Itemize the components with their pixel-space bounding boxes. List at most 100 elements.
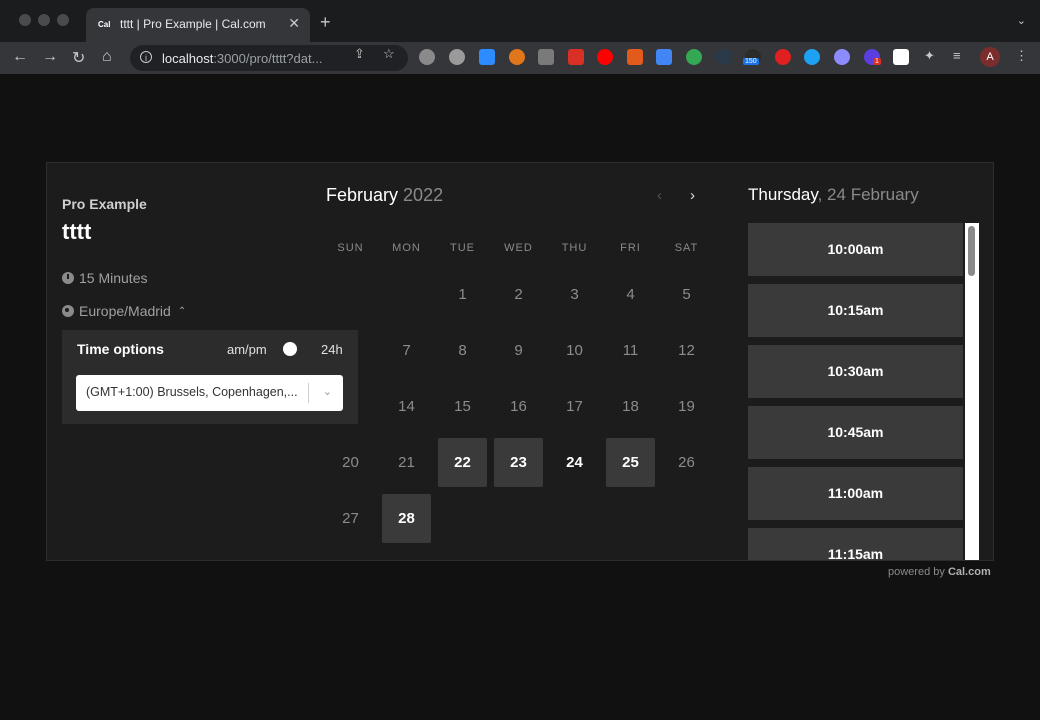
globe-icon — [62, 305, 74, 317]
calendar-day-16: 16 — [510, 398, 527, 415]
reading-list-icon[interactable]: ≡ — [953, 48, 961, 63]
powered-by[interactable]: powered by Cal.com — [888, 566, 991, 578]
prev-month-chevron-icon[interactable]: ‹ — [657, 187, 662, 204]
calendar-day-10: 10 — [566, 342, 583, 359]
reload-icon[interactable]: ↻ — [72, 48, 85, 68]
select-separator — [308, 383, 309, 403]
lighthouse-extension-icon[interactable] — [627, 49, 643, 65]
diamond-extension-icon[interactable] — [804, 49, 820, 65]
calendar-day-15: 15 — [454, 398, 471, 415]
time-options-panel: Time options am/pm 24h (GMT+1:00) Brusse… — [62, 330, 358, 424]
calendar-day-12: 12 — [678, 342, 695, 359]
weekday-label: MON — [392, 242, 421, 254]
calendar-day-9: 9 — [514, 342, 523, 359]
slots-scrollbar[interactable] — [965, 223, 979, 560]
timezone-select[interactable]: (GMT+1:00) Brussels, Copenhagen,... ⌄ — [76, 375, 343, 411]
chevron-down-icon[interactable]: ⌄ — [323, 385, 332, 398]
calendar-day-19: 19 — [678, 398, 695, 415]
event-title: tttt — [62, 219, 92, 244]
bookmark-star-icon[interactable]: ☆ — [383, 46, 395, 62]
calendar-day-14: 14 — [398, 398, 415, 415]
camera-extension-icon[interactable] — [449, 49, 465, 65]
calendar-day-1: 1 — [458, 286, 467, 303]
time-slot-button[interactable]: 10:00am — [748, 223, 963, 276]
camera-record-extension-icon[interactable] — [893, 49, 909, 65]
maximize-window-button[interactable] — [57, 14, 69, 26]
24h-label: 24h — [321, 342, 343, 357]
calendar-day-28[interactable]: 28 — [382, 494, 431, 543]
minimize-window-button[interactable] — [38, 14, 50, 26]
calendar-day-18: 18 — [622, 398, 639, 415]
time-format-toggle[interactable] — [280, 340, 302, 358]
calendar-day-23[interactable]: 23 — [494, 438, 543, 487]
month-title: February 2022 — [326, 185, 443, 206]
site-info-icon[interactable]: i — [140, 51, 152, 63]
time-slot-button[interactable]: 10:30am — [748, 345, 963, 398]
calendar-day-24[interactable]: 24 — [550, 438, 599, 487]
calendar-day-27: 27 — [342, 510, 359, 527]
calendar-day-17: 17 — [566, 398, 583, 415]
timezone-text: Europe/Madrid — [79, 303, 171, 319]
slots-day-name: Thursday — [748, 185, 818, 204]
new-tab-button[interactable]: + — [320, 12, 331, 33]
share-icon[interactable]: ⇪ — [354, 46, 365, 62]
powered-brand: Cal.com — [947, 566, 991, 578]
timezone-toggle[interactable]: Europe/Madrid ⌃ — [62, 303, 186, 319]
gear-extension-icon[interactable]: 1 — [864, 49, 881, 65]
owner-name: Pro Example — [62, 196, 147, 212]
tab-title: tttt | Pro Example | Cal.com — [120, 17, 266, 31]
weekday-label: FRI — [620, 242, 641, 254]
tab-close-icon[interactable]: ✕ — [288, 15, 300, 32]
translate-extension-icon[interactable] — [656, 49, 672, 65]
tab-search-chevron-icon[interactable]: ⌄ — [1017, 14, 1026, 27]
browser-menu-icon[interactable]: ⋮ — [1015, 48, 1028, 64]
weekday-label: TUE — [450, 242, 475, 254]
chrome-extension-icon[interactable] — [686, 49, 702, 65]
calendar-day-25[interactable]: 25 — [606, 438, 655, 487]
weekday-label: WED — [504, 242, 533, 254]
chevron-up-icon: ⌃ — [177, 305, 187, 317]
close-window-button[interactable] — [19, 14, 31, 26]
calendar-day-22[interactable]: 22 — [438, 438, 487, 487]
home-icon[interactable]: ⌂ — [102, 48, 112, 66]
shield-extension-icon[interactable] — [775, 49, 791, 65]
month-year: 2022 — [403, 185, 444, 205]
weekday-label: SAT — [674, 242, 699, 254]
metamask-extension-icon[interactable] — [509, 49, 525, 65]
adblock-extension-icon[interactable] — [419, 49, 435, 65]
browser-chrome: Cal tttt | Pro Example | Cal.com ✕ + ⌄ ←… — [0, 0, 1040, 74]
ublock-extension-icon[interactable] — [538, 49, 554, 65]
weekday-label: SUN — [337, 242, 364, 254]
scrollbar-thumb[interactable] — [968, 226, 975, 276]
youtube-extension-icon[interactable] — [597, 49, 613, 65]
time-options-title: Time options — [77, 341, 164, 357]
time-slot-button[interactable]: 11:15am — [748, 528, 963, 560]
browser-tab-active[interactable]: Cal tttt | Pro Example | Cal.com ✕ — [86, 8, 310, 42]
calendar-day-2: 2 — [514, 286, 523, 303]
back-arrow-icon[interactable]: ← — [12, 48, 28, 66]
next-month-chevron-icon[interactable]: › — [690, 187, 695, 204]
profile-avatar[interactable]: A — [980, 47, 1000, 67]
dark-extension-icon[interactable] — [716, 49, 732, 65]
powered-prefix: powered by — [888, 566, 945, 578]
timezone-select-value: (GMT+1:00) Brussels, Copenhagen,... — [86, 385, 298, 399]
toggle-knob — [283, 342, 297, 356]
extensions-puzzle-icon[interactable]: ✦ — [924, 48, 935, 64]
zoom-extension-icon[interactable] — [479, 49, 495, 65]
calendar-day-20: 20 — [342, 454, 359, 471]
clock-icon — [62, 272, 74, 284]
extension-badge-150: 150 — [743, 58, 759, 65]
time-slot-button[interactable]: 10:45am — [748, 406, 963, 459]
slots-date: , 24 February — [817, 185, 919, 204]
month-name: February — [326, 185, 399, 205]
duration-row: 15 Minutes — [62, 270, 147, 286]
flask-extension-icon[interactable] — [834, 49, 850, 65]
bag-extension-icon[interactable]: 150 — [743, 49, 761, 65]
address-bar[interactable]: i localhost:3000/pro/tttt?dat... — [130, 45, 408, 71]
time-slot-button[interactable]: 10:15am — [748, 284, 963, 337]
time-slot-button[interactable]: 11:00am — [748, 467, 963, 520]
calendar-day-4: 4 — [626, 286, 635, 303]
forward-arrow-icon[interactable]: → — [42, 48, 58, 66]
red-extension-icon[interactable] — [568, 49, 584, 65]
slots-date-title: Thursday, 24 February — [748, 185, 919, 205]
